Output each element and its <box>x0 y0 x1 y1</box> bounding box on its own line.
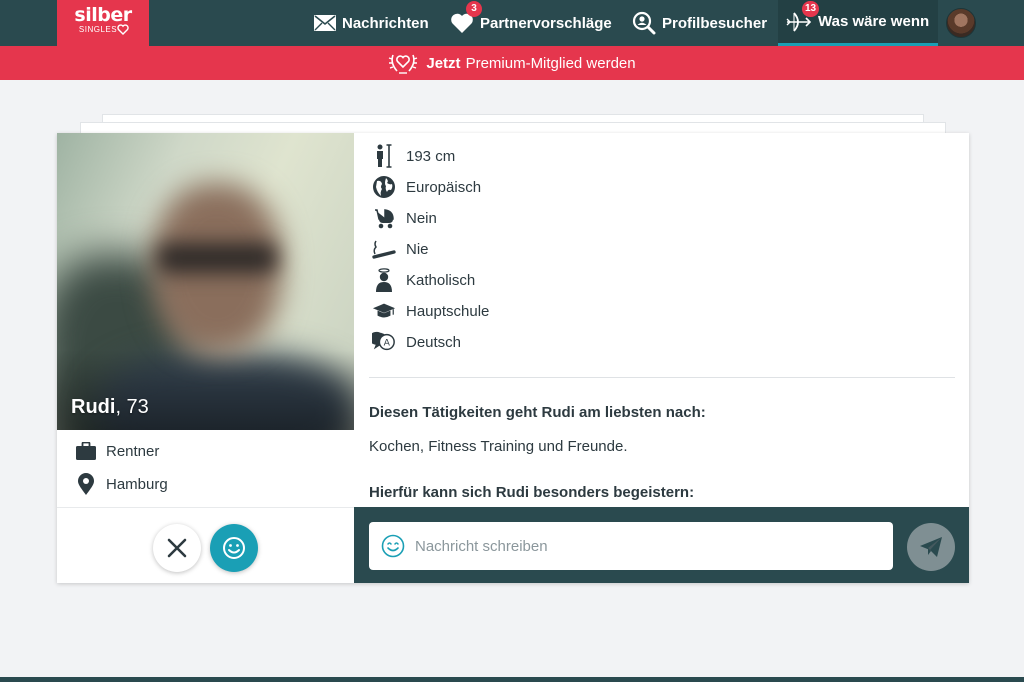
attribute-height-value: 193 cm <box>406 147 456 165</box>
svg-text:A: A <box>384 338 391 349</box>
interests-heading: Hierfür kann sich Rudi besonders begeist… <box>369 484 695 501</box>
attribute-ethnicity: Europäisch <box>372 175 481 199</box>
profile-card: Rudi, 73 Rentner Hamburg 193 cm Europäis… <box>57 133 969 583</box>
location-pin-icon <box>78 473 94 495</box>
attribute-height: 193 cm <box>372 144 455 168</box>
profile-photo[interactable]: Rudi, 73 <box>57 133 354 430</box>
send-message-button[interactable] <box>907 523 955 571</box>
premium-heart-wreath-icon <box>389 54 418 74</box>
nav-item-profile-visitors[interactable]: Profilbesucher <box>632 0 767 46</box>
message-input-placeholder: Nachricht schreiben <box>415 537 548 555</box>
attribute-education: Hauptschule <box>372 299 489 323</box>
like-smile-button[interactable] <box>210 524 258 572</box>
silber-singles-logo[interactable]: silber SINGLES <box>57 0 149 46</box>
what-if-count-badge: 13 <box>802 1 820 17</box>
nav-label-what-if: Was wäre wenn <box>818 13 930 30</box>
emoji-picker-icon[interactable] <box>381 534 405 558</box>
attribute-religion-value: Katholisch <box>406 271 476 289</box>
attribute-language-value: Deutsch <box>406 333 462 351</box>
logo-heart-icon <box>117 24 129 35</box>
photo-blur-glasses <box>157 243 277 273</box>
premium-banner[interactable]: Jetzt Premium-Mitglied werden <box>0 46 1024 80</box>
stroller-icon <box>372 206 396 230</box>
dismiss-button[interactable] <box>153 524 201 572</box>
attribute-children: Nein <box>372 206 437 230</box>
briefcase-icon <box>76 442 96 460</box>
envelope-icon <box>314 15 336 31</box>
cigarette-icon <box>372 237 396 261</box>
nav-label-partner-suggestions: Partnervorschläge <box>480 14 612 32</box>
profile-actions <box>57 507 354 583</box>
activities-text: Kochen, Fitness Training und Freunde. <box>369 438 628 455</box>
profile-city-row: Hamburg <box>76 473 168 495</box>
nav-label-messages: Nachrichten <box>342 14 429 32</box>
activities-heading: Diesen Tätigkeiten geht Rudi am liebsten… <box>369 404 706 421</box>
nav-item-messages[interactable]: Nachrichten <box>314 0 429 46</box>
premium-banner-bold: Jetzt <box>426 54 461 72</box>
profile-basic-info: Rentner Hamburg <box>57 430 354 507</box>
visitor-search-icon <box>632 11 656 35</box>
logo-wordmark: silber <box>74 4 132 26</box>
user-avatar[interactable] <box>946 8 976 38</box>
graduation-cap-icon <box>372 299 396 323</box>
profile-job: Rentner <box>106 442 160 460</box>
religion-icon <box>372 268 396 292</box>
language-bubble-icon: A <box>372 330 396 354</box>
attribute-children-value: Nein <box>406 209 437 227</box>
nav-label-profile-visitors: Profilbesucher <box>662 14 768 32</box>
profile-job-row: Rentner <box>76 442 159 460</box>
attribute-language: A Deutsch <box>372 330 461 354</box>
smiley-icon <box>223 537 245 559</box>
attribute-smoking-value: Nie <box>406 240 429 258</box>
profile-details: 193 cm Europäisch Nein Nie Katholisch Ha… <box>354 133 969 507</box>
details-divider <box>369 377 955 378</box>
profile-city: Hamburg <box>106 475 168 493</box>
paper-plane-icon <box>920 537 942 557</box>
profile-name: Rudi <box>71 396 116 418</box>
attribute-religion: Katholisch <box>372 268 475 292</box>
attribute-smoking: Nie <box>372 237 429 261</box>
logo-subtitle-text: SINGLES <box>78 25 118 34</box>
globe-icon <box>372 175 396 199</box>
profile-name-age: Rudi, 73 <box>71 396 149 419</box>
bottom-footer-bar <box>0 677 1024 682</box>
close-icon <box>167 538 187 558</box>
message-input[interactable]: Nachricht schreiben <box>369 522 893 570</box>
attribute-ethnicity-value: Europäisch <box>406 178 482 196</box>
profile-age: , 73 <box>115 396 149 418</box>
logo-subtitle: SINGLES <box>47 24 149 35</box>
premium-banner-text: Premium-Mitglied werden <box>465 54 636 72</box>
partner-suggestions-count-badge: 3 <box>466 1 482 17</box>
attribute-education-value: Hauptschule <box>406 302 490 320</box>
height-icon <box>372 144 396 168</box>
message-bar: Nachricht schreiben <box>354 507 969 583</box>
top-navigation-bar: silber SINGLES Nachrichten Partnervorsch… <box>0 0 1024 46</box>
